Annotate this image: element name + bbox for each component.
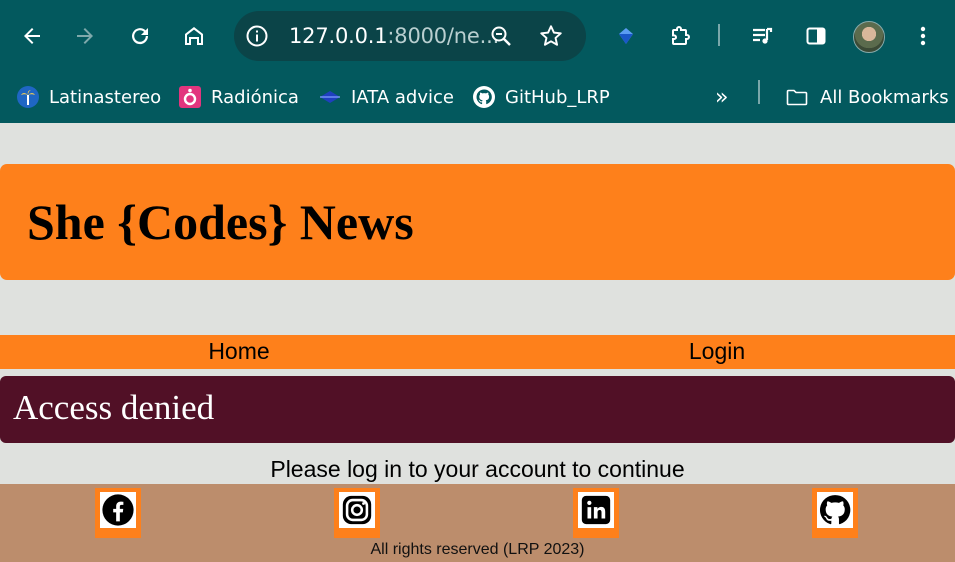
linkedin-icon [581,495,611,525]
forward-icon[interactable] [66,17,104,55]
site-footer: All rights reserved (LRP 2023) [0,484,955,562]
bookmark-label: Latinastereo [49,86,162,108]
bookmark-radionica[interactable]: Radiónica [178,80,299,114]
iata-icon [318,85,342,109]
chevron-double-right-icon: » [715,84,729,110]
folder-icon [783,85,811,109]
instagram-icon [342,495,372,525]
extension-gem-icon[interactable] [607,17,645,55]
bookmarks-overflow-button[interactable]: » [715,80,728,114]
github-icon [819,495,851,525]
copyright-text: All rights reserved (LRP 2023) [370,541,585,558]
radio-station-icon [178,85,202,109]
facebook-icon [102,494,134,526]
profile-avatar[interactable] [853,21,885,53]
back-icon[interactable] [13,17,51,55]
nav-login-link[interactable]: Login [478,338,955,365]
url-text: 127.0.0.1:8000/ne... [289,24,499,48]
toolbar-divider [718,24,720,46]
login-prompt-text: Please log in to your account to continu… [270,456,685,482]
bookmark-iata-advice[interactable]: IATA advice [318,80,454,114]
menu-kebab-icon[interactable] [904,17,942,55]
facebook-link[interactable] [95,488,141,538]
bookmark-label: IATA advice [351,86,454,108]
site-header: She {Codes} News [0,164,955,280]
reload-icon[interactable] [121,17,159,55]
main-nav: Home Login [0,335,955,369]
bookmarks-divider [758,80,760,104]
media-queue-icon[interactable] [743,17,781,55]
nav-home-link[interactable]: Home [0,338,478,365]
bookmark-github-lrp[interactable]: GitHub_LRP [472,80,610,114]
palm-radio-icon [16,85,40,109]
bookmarks-bar: Latinastereo Radiónica IATA advice GitHu… [0,72,955,123]
all-bookmarks-button[interactable]: All Bookmarks [783,80,949,114]
url-path: :8000/ne... [387,24,500,48]
bookmark-label: Radiónica [211,86,299,108]
github-icon [472,85,496,109]
access-denied-heading: Access denied [13,388,215,427]
site-info-icon[interactable] [244,23,270,49]
bookmark-label: GitHub_LRP [505,86,610,108]
extensions-puzzle-icon[interactable] [662,17,700,55]
access-denied-banner: Access denied [0,376,955,443]
browser-toolbar: 127.0.0.1:8000/ne... [0,0,955,72]
home-icon[interactable] [175,17,213,55]
bookmark-latinastereo[interactable]: Latinastereo [16,80,161,114]
address-bar[interactable]: 127.0.0.1:8000/ne... [234,11,586,61]
bookmark-star-icon[interactable] [538,23,564,49]
github-link[interactable] [812,488,858,538]
url-host: 127.0.0.1 [289,24,388,48]
side-panel-icon[interactable] [797,17,835,55]
site-title: She {Codes} News [27,194,414,250]
instagram-link[interactable] [334,488,380,538]
linkedin-link[interactable] [573,488,619,538]
zoom-icon[interactable] [489,24,513,48]
all-bookmarks-label: All Bookmarks [820,86,949,108]
